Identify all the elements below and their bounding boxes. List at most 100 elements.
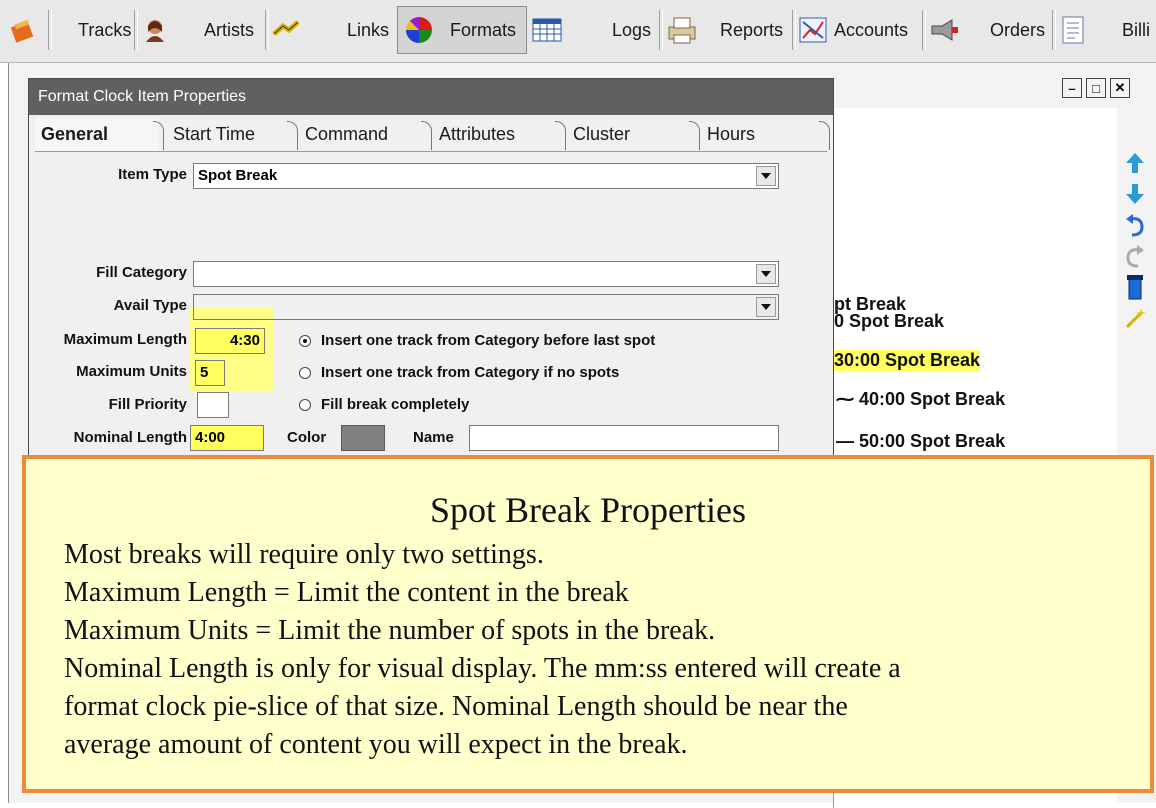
clock-side-toolbar bbox=[1122, 150, 1148, 331]
radio-unselected-icon[interactable] bbox=[299, 366, 311, 379]
calendar-grid-icon bbox=[532, 15, 562, 45]
insert-item-button[interactable] bbox=[1122, 274, 1148, 300]
item-type-label: Item Type bbox=[118, 166, 187, 183]
callout-line: Nominal Length is only for visual displa… bbox=[64, 653, 901, 684]
avail-type-label: Avail Type bbox=[113, 297, 187, 314]
format-clock-item-dialog: Format Clock Item Properties General Sta… bbox=[28, 78, 834, 466]
clock-item-label-highlighted: 30:00 Spot Break bbox=[834, 350, 981, 371]
dropdown-arrow-icon[interactable] bbox=[756, 166, 776, 186]
tab-attributes[interactable]: Attributes bbox=[439, 117, 515, 151]
tab-divider bbox=[287, 121, 298, 150]
maximum-units-input[interactable]: 5 bbox=[195, 360, 225, 386]
toolbar-button-formats[interactable]: Formats bbox=[397, 6, 527, 54]
toolbar-separator bbox=[134, 10, 138, 50]
dropdown-arrow-icon[interactable] bbox=[756, 297, 776, 317]
radio-label: Insert one track from Category before la… bbox=[321, 332, 656, 349]
window-controls: – □ ✕ bbox=[1062, 78, 1130, 98]
pie-clock-icon bbox=[404, 15, 434, 45]
artist-portrait-icon bbox=[140, 15, 170, 45]
tab-divider bbox=[689, 121, 700, 150]
arrow-down-icon bbox=[1126, 184, 1144, 204]
name-input[interactable] bbox=[469, 425, 779, 451]
maximum-length-label: Maximum Length bbox=[63, 331, 187, 348]
radio-insert-before-last-spot[interactable]: Insert one track from Category before la… bbox=[299, 332, 655, 349]
clock-item-label: 0 Spot Break bbox=[834, 311, 945, 331]
avail-type-select[interactable] bbox=[193, 294, 779, 320]
item-type-select[interactable]: Spot Break bbox=[193, 163, 779, 189]
undo-icon bbox=[1126, 214, 1144, 237]
fill-priority-input[interactable] bbox=[197, 392, 229, 418]
toolbar-label-formats: Formats bbox=[450, 19, 517, 40]
move-up-button[interactable] bbox=[1122, 150, 1148, 176]
toolbar-separator bbox=[922, 10, 926, 50]
toolbar-button-billing[interactable]: Billi bbox=[1058, 6, 1156, 54]
toolbar-label-orders: Orders bbox=[990, 19, 1046, 40]
callout-line: average amount of content you will expec… bbox=[64, 729, 688, 760]
toolbar-separator bbox=[659, 10, 663, 50]
maximum-units-label: Maximum Units bbox=[76, 363, 187, 380]
dropdown-arrow-icon[interactable] bbox=[756, 264, 776, 284]
fill-priority-label: Fill Priority bbox=[108, 396, 187, 413]
chart-icon bbox=[798, 15, 828, 45]
minimize-button[interactable]: – bbox=[1062, 78, 1082, 98]
toolbar-label-links: Links bbox=[347, 19, 390, 40]
tab-command[interactable]: Command bbox=[305, 117, 388, 151]
minimize-icon: – bbox=[1068, 80, 1076, 96]
paint-bucket-icon bbox=[8, 15, 38, 45]
new-item-button[interactable] bbox=[1122, 305, 1148, 331]
nominal-length-input[interactable]: 4:00 bbox=[190, 425, 264, 451]
main-toolbar: Tracks Artists Links Formats Logs Report… bbox=[0, 0, 1156, 63]
callout-line: Maximum Length = Limit the content in th… bbox=[64, 577, 629, 608]
move-down-button[interactable] bbox=[1122, 181, 1148, 207]
toolbar-button-accounts[interactable]: Accounts bbox=[798, 6, 920, 54]
radio-unselected-icon[interactable] bbox=[299, 398, 311, 411]
wand-icon bbox=[1125, 308, 1146, 329]
maximize-icon: □ bbox=[1092, 80, 1100, 96]
item-type-value: Spot Break bbox=[198, 167, 278, 184]
callout-line: format clock pie-slice of that size. Nom… bbox=[64, 691, 848, 722]
toolbar-button-logs[interactable]: Logs bbox=[532, 6, 656, 54]
clock-item-label: ⁓ 40:00 Spot Break bbox=[836, 389, 1005, 410]
name-label: Name bbox=[413, 429, 454, 446]
maximum-length-input[interactable]: 4:30 bbox=[195, 328, 265, 354]
color-label: Color bbox=[287, 429, 327, 446]
tab-start-time[interactable]: Start Time bbox=[173, 117, 255, 151]
radio-insert-if-no-spots[interactable]: Insert one track from Category if no spo… bbox=[299, 364, 619, 381]
fill-category-select[interactable] bbox=[193, 261, 779, 287]
close-button[interactable]: ✕ bbox=[1110, 78, 1130, 98]
tab-divider bbox=[819, 121, 830, 150]
toolbar-label-reports: Reports bbox=[720, 19, 784, 40]
dialog-tabs: General Start Time Command Attributes Cl… bbox=[35, 117, 830, 151]
maximize-button[interactable]: □ bbox=[1086, 78, 1106, 98]
document-icon bbox=[1058, 15, 1088, 45]
redo-button[interactable] bbox=[1122, 243, 1148, 269]
toolbar-button-artists[interactable]: Artists bbox=[140, 6, 262, 54]
toolbar-separator bbox=[1052, 10, 1056, 50]
toolbar-separator bbox=[792, 10, 796, 50]
toolbar-button-tracks[interactable]: Tracks bbox=[54, 6, 132, 54]
clock-item-label: — 50:00 Spot Break bbox=[836, 431, 1005, 452]
toolbar-button-links[interactable]: Links bbox=[271, 6, 393, 54]
paint-tube-icon bbox=[1127, 275, 1143, 300]
radio-label: Insert one track from Category if no spo… bbox=[321, 364, 620, 381]
chain-link-icon bbox=[271, 15, 301, 45]
toolbar-button-reports[interactable]: Reports bbox=[666, 6, 790, 54]
redo-icon bbox=[1126, 245, 1144, 268]
tab-hours[interactable]: Hours bbox=[707, 117, 755, 151]
megaphone-icon bbox=[928, 15, 958, 45]
clock-item-text: 50:00 Spot Break bbox=[859, 431, 1006, 451]
toolbar-button-orders[interactable]: Orders bbox=[928, 6, 1050, 54]
tab-general[interactable]: General bbox=[35, 117, 159, 151]
tab-divider bbox=[421, 121, 432, 150]
radio-fill-break-completely[interactable]: Fill break completely bbox=[299, 396, 469, 413]
toolbar-separator bbox=[48, 10, 52, 50]
tab-cluster[interactable]: Cluster bbox=[573, 117, 630, 151]
dialog-title: Format Clock Item Properties bbox=[29, 79, 833, 115]
color-swatch[interactable] bbox=[341, 425, 385, 451]
clock-leader-line: — bbox=[836, 431, 860, 451]
toolbar-label-logs: Logs bbox=[612, 19, 652, 40]
radio-selected-icon[interactable] bbox=[299, 334, 311, 347]
undo-button[interactable] bbox=[1122, 212, 1148, 238]
callout-line: Most breaks will require only two settin… bbox=[64, 539, 544, 570]
toolbar-button-home[interactable] bbox=[8, 6, 44, 54]
